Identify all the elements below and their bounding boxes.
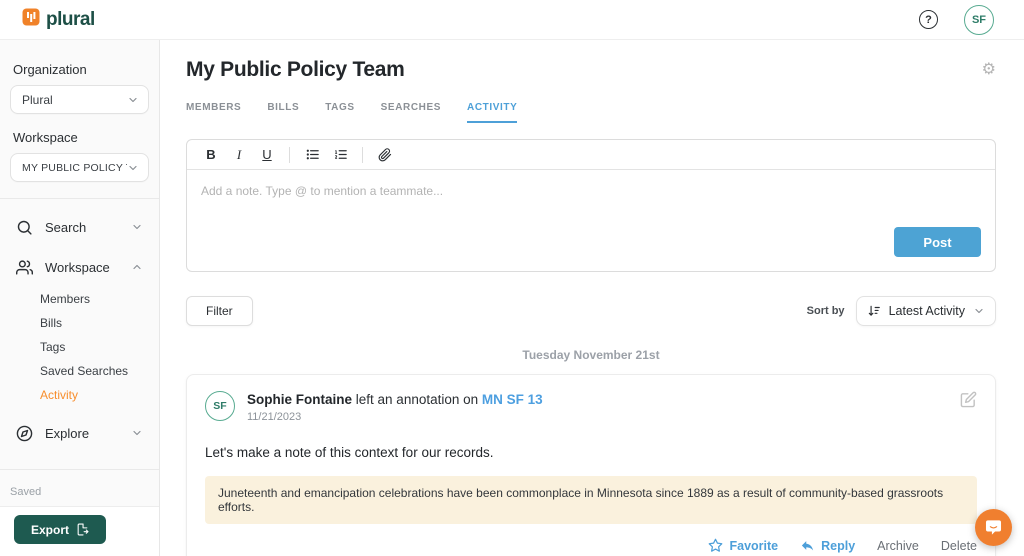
chat-bubble-icon <box>984 518 1003 537</box>
archive-button[interactable]: Archive <box>877 539 919 553</box>
edit-icon[interactable] <box>960 391 977 408</box>
bullet-list-button[interactable] <box>300 144 324 166</box>
activity-actions: Favorite Reply Archive Delete <box>205 538 977 553</box>
note-editor: B I U Post <box>186 139 996 272</box>
toolbar-divider <box>289 147 290 163</box>
user-avatar[interactable]: SF <box>964 5 994 35</box>
sidebar-item-tags[interactable]: Tags <box>40 335 159 359</box>
activity-date: 11/21/2023 <box>247 411 543 423</box>
activity-card: SF Sophie Fontaine left an annotation on… <box>186 374 996 556</box>
tab-searches[interactable]: SEARCHES <box>381 102 441 123</box>
note-input[interactable] <box>201 184 981 222</box>
workspace-label: Workspace <box>13 130 149 145</box>
editor-toolbar: B I U <box>187 140 995 170</box>
chat-launcher-button[interactable] <box>975 509 1012 546</box>
organization-select[interactable]: Plural <box>10 85 149 114</box>
sort-select[interactable]: Latest Activity <box>856 296 996 326</box>
organization-label: Organization <box>13 62 149 77</box>
star-icon <box>708 538 723 553</box>
workspace-value: MY PUBLIC POLICY TE... <box>22 162 127 174</box>
help-icon[interactable]: ? <box>919 10 938 29</box>
toolbar-divider <box>362 147 363 163</box>
page-title: My Public Policy Team <box>186 58 405 82</box>
numbered-list-icon <box>333 147 348 162</box>
workspace-submenu: Members Bills Tags Saved Searches Activi… <box>0 287 159 413</box>
reply-label: Reply <box>821 539 855 553</box>
sidebar-divider <box>0 198 159 199</box>
gear-icon[interactable]: ⚙ <box>982 62 996 78</box>
top-bar: plural ? SF <box>0 0 1024 40</box>
bill-link[interactable]: MN SF 13 <box>482 392 543 407</box>
favorite-button[interactable]: Favorite <box>708 538 778 553</box>
sidebar-footer: Export <box>0 506 159 556</box>
sidebar-item-bills[interactable]: Bills <box>40 311 159 335</box>
sidebar-item-saved-searches[interactable]: Saved Searches <box>40 359 159 383</box>
sidebar-item-workspace[interactable]: Workspace <box>0 247 159 287</box>
export-label: Export <box>31 523 69 537</box>
sidebar-item-label: Workspace <box>45 260 131 275</box>
delete-label: Delete <box>941 539 977 553</box>
favorite-label: Favorite <box>729 539 778 553</box>
sidebar: Organization Plural Workspace MY PUBLIC … <box>0 40 160 556</box>
compass-icon <box>16 425 33 442</box>
underline-button[interactable]: U <box>255 144 279 166</box>
sidebar-item-label: Search <box>45 220 131 235</box>
export-icon <box>76 523 89 536</box>
tab-activity[interactable]: ACTIVITY <box>467 102 517 123</box>
bullet-list-icon <box>305 147 320 162</box>
chevron-down-icon <box>127 162 139 174</box>
annotation-text: Juneteenth and emancipation celebrations… <box>218 486 964 514</box>
export-button[interactable]: Export <box>14 515 106 544</box>
activity-headline: Sophie Fontaine left an annotation on MN… <box>247 392 543 407</box>
main-content: My Public Policy Team ⚙ MEMBERS BILLS TA… <box>160 40 1024 556</box>
tab-bills[interactable]: BILLS <box>267 102 299 123</box>
italic-button[interactable]: I <box>227 144 251 166</box>
author-name: Sophie Fontaine <box>247 392 352 407</box>
sort-icon <box>867 304 881 318</box>
tab-tags[interactable]: TAGS <box>325 102 354 123</box>
date-divider: Tuesday November 21st <box>186 348 996 362</box>
plural-logo-icon <box>22 8 40 31</box>
author-avatar: SF <box>205 391 235 421</box>
chevron-down-icon <box>131 427 143 439</box>
sidebar-item-members[interactable]: Members <box>40 287 159 311</box>
sidebar-item-activity[interactable]: Activity <box>40 383 159 407</box>
saved-section-label: Saved <box>10 486 159 498</box>
attachment-button[interactable] <box>373 144 397 166</box>
sort-by-label: Sort by <box>807 305 845 317</box>
bold-button[interactable]: B <box>199 144 223 166</box>
sidebar-item-explore[interactable]: Explore <box>0 413 159 453</box>
sort-value: Latest Activity <box>889 304 965 318</box>
search-icon <box>16 219 33 236</box>
archive-label: Archive <box>877 539 919 553</box>
tab-members[interactable]: MEMBERS <box>186 102 241 123</box>
numbered-list-button[interactable] <box>328 144 352 166</box>
chevron-down-icon <box>127 94 139 106</box>
delete-button[interactable]: Delete <box>941 539 977 553</box>
note-body: Let's make a note of this context for ou… <box>205 445 977 460</box>
post-button[interactable]: Post <box>894 227 981 257</box>
paperclip-icon <box>378 148 392 162</box>
workspace-select[interactable]: MY PUBLIC POLICY TE... <box>10 153 149 182</box>
reply-button[interactable]: Reply <box>800 538 855 553</box>
filter-button[interactable]: Filter <box>186 296 253 326</box>
activity-action-text: left an annotation on <box>356 392 478 407</box>
plural-logo[interactable]: plural <box>22 8 95 31</box>
chevron-up-icon <box>131 261 143 273</box>
logo-wordmark: plural <box>46 9 95 31</box>
reply-icon <box>800 538 815 553</box>
sidebar-item-label: Explore <box>45 426 131 441</box>
annotation-highlight: Juneteenth and emancipation celebrations… <box>205 476 977 524</box>
users-icon <box>16 259 33 276</box>
organization-value: Plural <box>22 93 127 107</box>
chevron-down-icon <box>973 305 985 317</box>
tab-bar: MEMBERS BILLS TAGS SEARCHES ACTIVITY <box>186 102 996 123</box>
sidebar-divider <box>0 469 159 470</box>
sidebar-item-search[interactable]: Search <box>0 207 159 247</box>
chevron-down-icon <box>131 221 143 233</box>
